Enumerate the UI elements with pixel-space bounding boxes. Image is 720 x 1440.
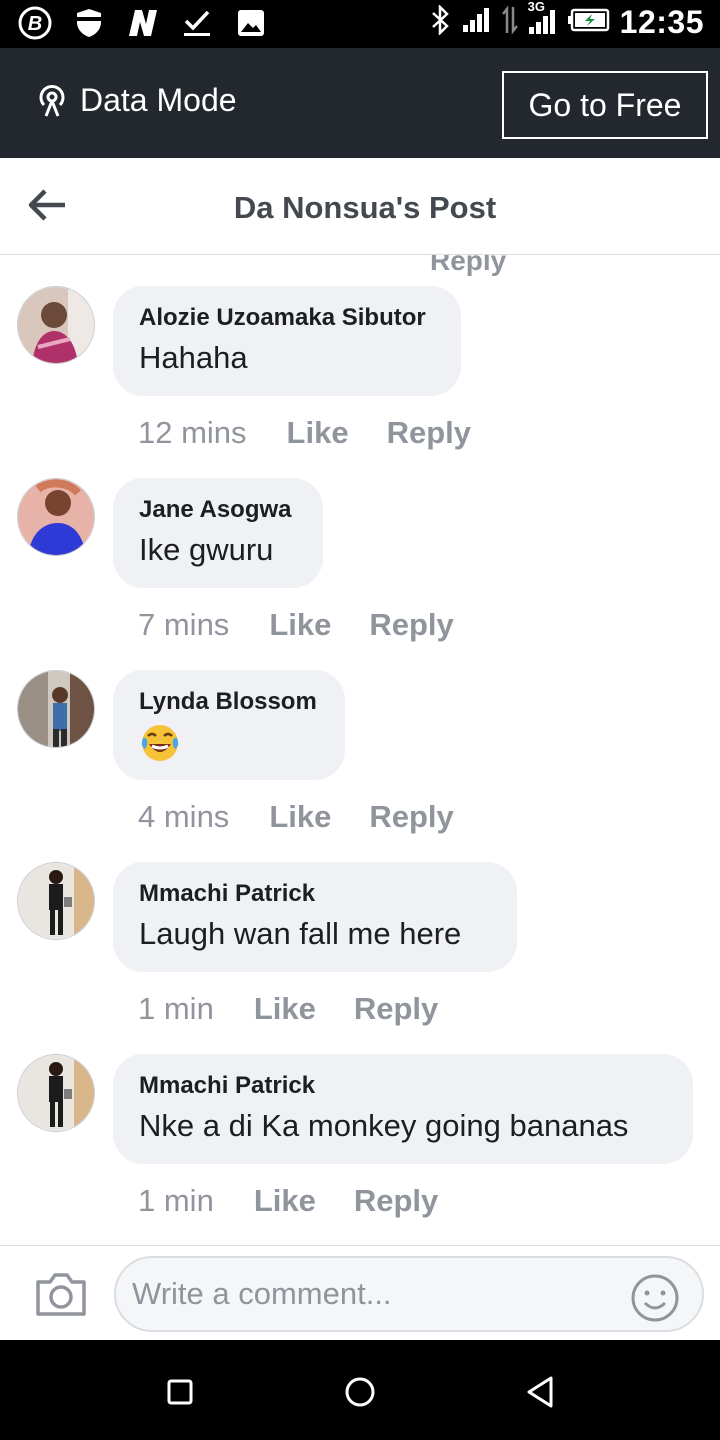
like-button[interactable]: Like <box>254 991 316 1027</box>
comment-bubble: Mmachi Patrick Laugh wan fall me here <box>113 862 517 972</box>
reply-button[interactable]: Reply <box>354 1183 438 1219</box>
notification-icons: B <box>18 6 268 40</box>
comment-bubble: Jane Asogwa Ike gwuru <box>113 478 323 588</box>
comment-item: Mmachi Patrick Nke a di Ka monkey going … <box>0 1023 720 1218</box>
comment-author[interactable]: Alozie Uzoamaka Sibutor <box>139 304 435 332</box>
go-to-free-button[interactable]: Go to Free <box>502 71 708 139</box>
avatar[interactable] <box>17 286 95 364</box>
camera-icon[interactable] <box>34 1270 88 1318</box>
tears-of-joy-emoji <box>139 722 181 764</box>
comment-author[interactable]: Mmachi Patrick <box>139 880 491 908</box>
status-bar: B 3G 12:35 <box>0 0 720 48</box>
signal-3g-icon: 3G <box>528 0 558 40</box>
comment-text: Ike gwuru <box>139 532 274 567</box>
comment-time[interactable]: 1 min <box>138 991 214 1027</box>
data-arrows-icon <box>501 5 518 40</box>
comment-text: Laugh wan fall me here <box>139 916 462 951</box>
reply-button[interactable]: Reply <box>369 607 453 643</box>
reply-button[interactable]: Reply <box>387 415 471 451</box>
network-type: 3G <box>527 0 545 14</box>
comment-text: Hahaha <box>139 340 248 375</box>
comment-bubble: Alozie Uzoamaka Sibutor Hahaha <box>113 286 461 396</box>
comment-time[interactable]: 12 mins <box>138 415 247 451</box>
comment-actions: 1 min Like Reply <box>138 991 438 1027</box>
data-mode-label: Data Mode <box>80 82 237 118</box>
signal-icon <box>462 7 492 38</box>
comment-item: Alozie Uzoamaka Sibutor Hahaha 12 mins L… <box>0 255 720 450</box>
comment-actions: 12 mins Like Reply <box>138 415 471 451</box>
shield-icon <box>72 6 106 40</box>
system-icons: 3G 12:35 <box>430 0 704 41</box>
clock: 12:35 <box>619 4 704 40</box>
check-download-icon <box>180 6 214 40</box>
comment-actions: 7 mins Like Reply <box>138 607 454 643</box>
comment-time[interactable]: 1 min <box>138 1183 214 1219</box>
broadcast-icon <box>34 82 70 118</box>
smiley-icon[interactable] <box>630 1273 680 1323</box>
comment-time[interactable]: 7 mins <box>138 607 229 643</box>
n-icon <box>126 6 160 40</box>
comment-item: Lynda Blossom 4 mins Like Reply <box>0 639 720 834</box>
b-circle-icon: B <box>18 6 52 40</box>
system-nav-bar <box>0 1340 720 1440</box>
reply-button[interactable]: Reply <box>369 799 453 835</box>
comment-author[interactable]: Mmachi Patrick <box>139 1072 667 1100</box>
data-mode-banner: Data Mode Go to Free <box>0 48 720 158</box>
home-button[interactable] <box>340 1372 380 1412</box>
comment-time[interactable]: 4 mins <box>138 799 229 835</box>
like-button[interactable]: Like <box>254 1183 316 1219</box>
comment-actions: 4 mins Like Reply <box>138 799 454 835</box>
comment-author[interactable]: Jane Asogwa <box>139 496 297 524</box>
recent-apps-button[interactable] <box>160 1372 200 1412</box>
like-button[interactable]: Like <box>269 607 331 643</box>
battery-icon <box>567 8 610 37</box>
svg-text:B: B <box>28 13 42 35</box>
like-button[interactable]: Like <box>269 799 331 835</box>
avatar[interactable] <box>17 478 95 556</box>
comment-item: Jane Asogwa Ike gwuru 7 mins Like Reply <box>0 447 720 642</box>
comment-actions: 1 min Like Reply <box>138 1183 438 1219</box>
avatar[interactable] <box>17 1054 95 1132</box>
image-icon <box>234 6 268 40</box>
back-button[interactable] <box>520 1372 560 1412</box>
comment-bubble: Mmachi Patrick Nke a di Ka monkey going … <box>113 1054 693 1164</box>
comment-item: Mmachi Patrick Laugh wan fall me here 1 … <box>0 831 720 1026</box>
page-title: Da Nonsua's Post <box>233 190 497 225</box>
comment-list: Reply Alozie Uzoamaka Sibutor Hahaha 12 … <box>0 255 720 1245</box>
bluetooth-icon <box>430 3 452 40</box>
post-header: Da Nonsua's Post <box>0 158 720 255</box>
comment-input[interactable] <box>114 1256 704 1332</box>
comment-composer <box>0 1245 720 1340</box>
avatar[interactable] <box>17 862 95 940</box>
avatar[interactable] <box>17 670 95 748</box>
comment-bubble: Lynda Blossom <box>113 670 345 780</box>
comment-author[interactable]: Lynda Blossom <box>139 688 319 716</box>
reply-button[interactable]: Reply <box>354 991 438 1027</box>
like-button[interactable]: Like <box>287 415 349 451</box>
comment-text: Nke a di Ka monkey going bananas <box>139 1108 629 1143</box>
